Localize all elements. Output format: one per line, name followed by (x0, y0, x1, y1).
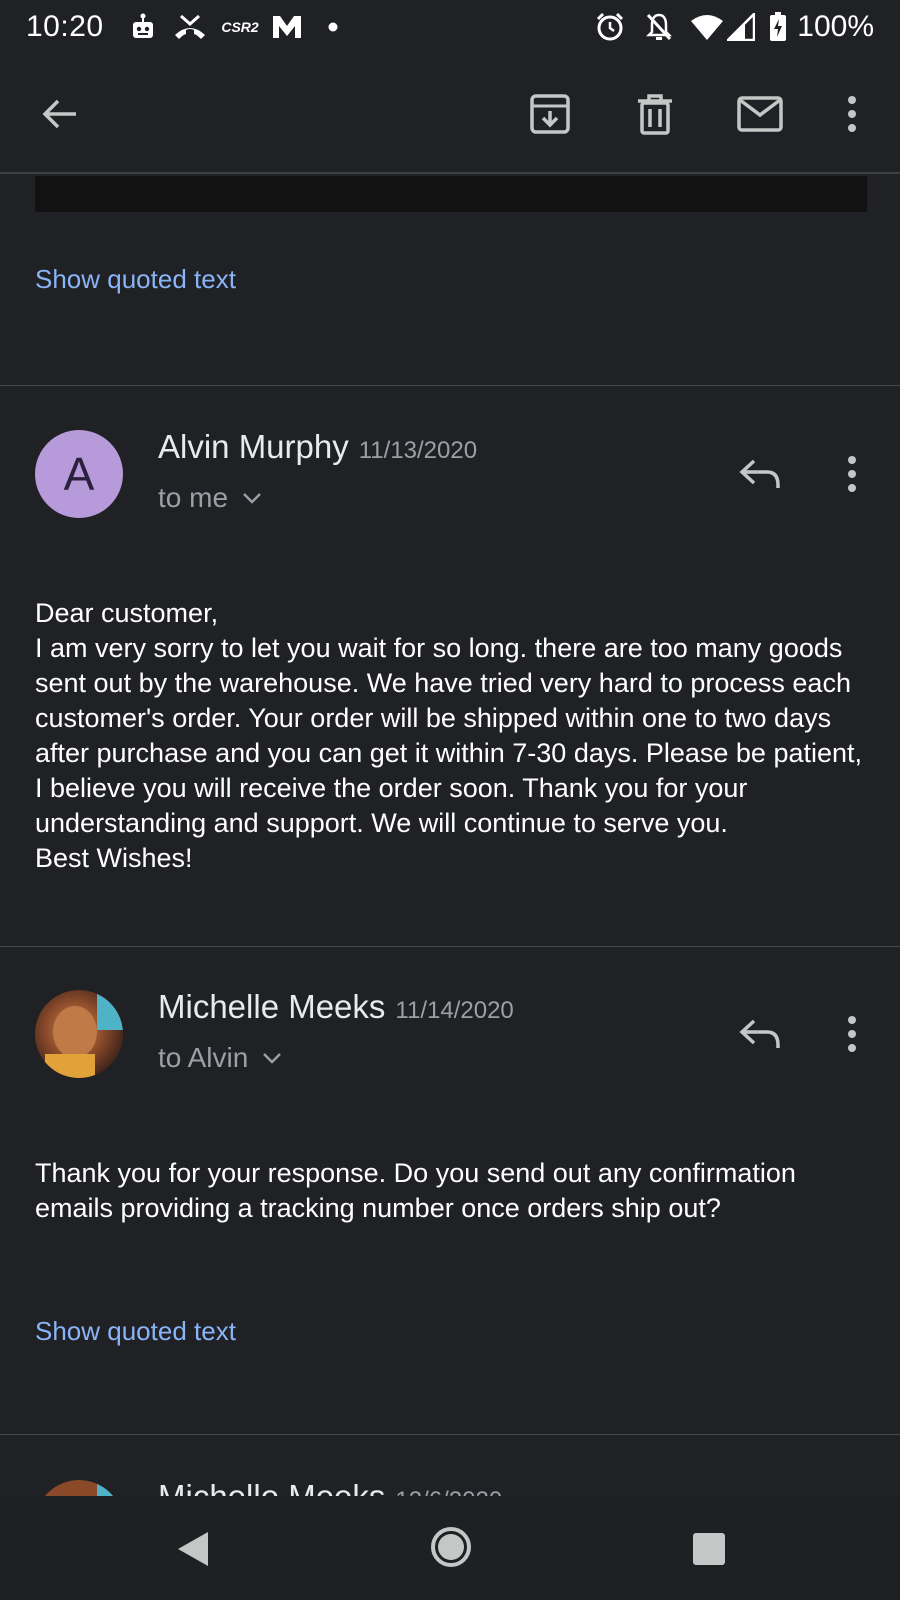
avatar[interactable] (35, 990, 123, 1078)
message-date: 12/6/2020 (395, 1487, 502, 1496)
missed-call-icon (172, 12, 208, 42)
nav-back-icon (178, 1532, 208, 1566)
message-header: Michelle Meeks 11/14/2020 (158, 988, 514, 1026)
message-divider (0, 385, 900, 386)
archive-button[interactable] (522, 86, 578, 142)
nav-recents-icon (693, 1533, 725, 1565)
recipient-toggle[interactable]: to me (158, 482, 262, 514)
more-vert-icon (848, 96, 856, 132)
navigation-bar (0, 1496, 900, 1600)
dot-icon (326, 12, 340, 42)
recipient-toggle[interactable]: to Alvin (158, 1042, 282, 1074)
message-header: Alvin Murphy 11/13/2020 (158, 428, 477, 466)
status-time: 10:20 (26, 10, 104, 43)
avatar (35, 1480, 123, 1496)
reply-icon (739, 1019, 780, 1048)
show-quoted-text-link[interactable]: Show quoted text (35, 1316, 236, 1347)
nav-home-button[interactable] (426, 1522, 476, 1572)
sender-name: Michelle Meeks (158, 1478, 385, 1496)
alarm-icon (594, 12, 626, 42)
sender-name: Michelle Meeks (158, 988, 386, 1025)
bell-off-icon (644, 12, 674, 42)
message-header: Michelle Meeks 12/6/2020 (158, 1478, 502, 1496)
reply-button[interactable] (732, 1006, 788, 1062)
battery-percent: 100% (797, 10, 874, 43)
mi-icon (270, 12, 304, 42)
recipient-label: to Alvin (158, 1042, 249, 1073)
message-header-partial[interactable]: Michelle Meeks 12/6/2020 (0, 1430, 900, 1496)
message-date: 11/13/2020 (358, 437, 478, 464)
trash-icon (638, 94, 672, 135)
message-body: Dear customer, I am very sorry to let yo… (35, 598, 863, 873)
more-vert-icon (848, 456, 856, 492)
app-bar (0, 56, 900, 174)
avatar-photo (35, 990, 123, 1078)
recipient-label: to me (158, 482, 229, 513)
signal-icon (726, 12, 756, 42)
avatar-photo (35, 1480, 123, 1496)
message-date: 11/14/2020 (395, 997, 514, 1024)
show-quoted-text-link[interactable]: Show quoted text (35, 264, 236, 295)
archive-icon (530, 94, 570, 134)
sender-name: Alvin Murphy (158, 428, 349, 465)
more-vert-icon (848, 1016, 856, 1052)
robot-icon (128, 12, 158, 42)
mark-unread-button[interactable] (732, 86, 788, 142)
chevron-down-icon (243, 493, 261, 504)
reply-icon (739, 459, 780, 488)
redacted-block (35, 176, 867, 212)
chevron-down-icon (263, 1053, 282, 1064)
battery-icon (768, 12, 788, 42)
more-options-button[interactable] (824, 86, 880, 142)
status-bar: 10:20 CSR2 100% (0, 0, 900, 56)
mail-icon (737, 96, 783, 132)
delete-button[interactable] (627, 86, 683, 142)
back-button[interactable] (32, 86, 88, 142)
reply-button[interactable] (732, 446, 788, 502)
csr2-icon: CSR2 (221, 19, 259, 35)
message-body: Thank you for your response. Do you send… (35, 1158, 796, 1223)
nav-recents-button[interactable] (684, 1524, 734, 1574)
message-more-button[interactable] (824, 1006, 880, 1062)
avatar-letter: A (63, 448, 95, 500)
message-more-button[interactable] (824, 446, 880, 502)
message-divider (0, 946, 900, 947)
back-arrow-icon (42, 99, 76, 129)
wifi-icon (690, 12, 724, 42)
nav-home-icon (431, 1527, 471, 1567)
nav-back-button[interactable] (168, 1524, 218, 1574)
avatar[interactable]: A (35, 430, 123, 518)
